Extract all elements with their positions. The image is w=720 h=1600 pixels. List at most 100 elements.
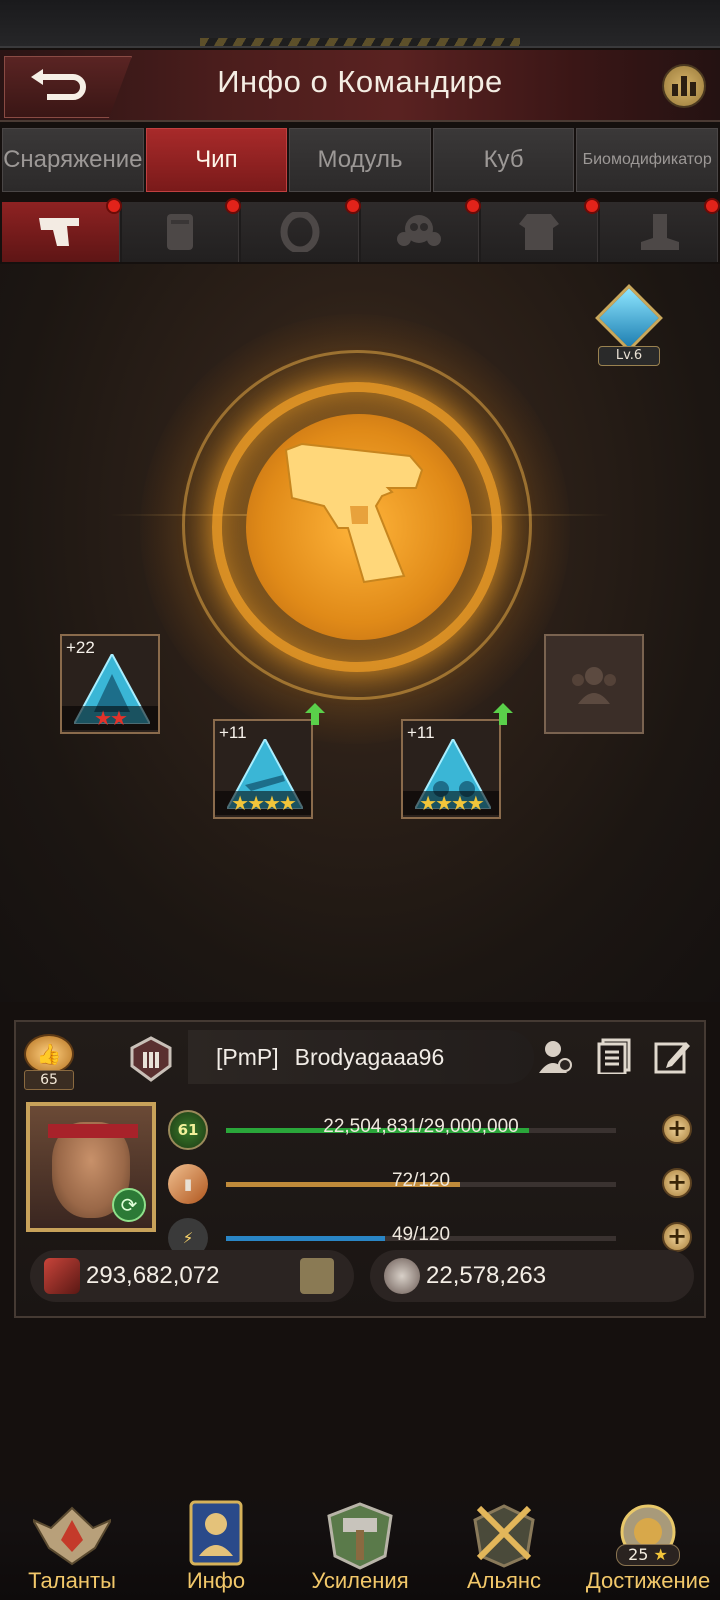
upgrade-arrow-icon — [493, 703, 513, 725]
power-row: 293,682,072 22,578,263 — [30, 1250, 694, 1302]
crossed-swords-icon — [473, 1504, 535, 1568]
pistol-icon[interactable] — [284, 436, 434, 586]
block-user-button[interactable] — [536, 1036, 576, 1076]
slot-vest[interactable] — [121, 198, 242, 262]
alert-dot — [225, 198, 242, 214]
bottom-nav: Таланты Инфо Усиления Альянс 25 ★ Достиж… — [0, 1500, 720, 1600]
tab-equipment[interactable]: Снаряжение — [2, 128, 144, 192]
exp-row: 61 22,504,831/29,000,000 + — [166, 1108, 696, 1152]
pistol-icon — [39, 218, 80, 246]
ammo-icon: ▮ — [168, 1164, 208, 1204]
chip-stars: ★★★★ — [403, 791, 499, 815]
nav-boosts[interactable]: Усиления — [288, 1500, 432, 1600]
nav-label: Таланты — [28, 1568, 116, 1593]
slot-armor[interactable] — [480, 198, 601, 262]
chip-slot-2[interactable]: +11 ★★★★ — [213, 703, 325, 819]
clan-tag: [PmP] — [216, 1044, 279, 1070]
edit-button[interactable] — [652, 1036, 692, 1076]
power-details-icon[interactable] — [300, 1258, 334, 1294]
ammo-row: ▮ 72/120 + — [166, 1162, 696, 1206]
alert-dot — [464, 198, 481, 214]
copy-button[interactable] — [594, 1036, 634, 1076]
vest-icon — [167, 214, 193, 250]
equip-level-label: Lv.6 — [598, 346, 660, 366]
boot-icon — [640, 214, 679, 250]
kills-stat[interactable]: 22,578,263 — [370, 1250, 694, 1302]
back-button[interactable] — [4, 56, 132, 118]
achievement-count: 25 ★ — [616, 1544, 680, 1566]
nav-achievements[interactable]: 25 ★ Достижение — [576, 1500, 720, 1600]
add-ammo-button[interactable]: + — [662, 1168, 692, 1198]
slot-ring[interactable] — [241, 198, 362, 262]
nav-talents[interactable]: Таланты — [0, 1500, 144, 1600]
player-nickname: Brodyagaaa96 — [294, 1044, 445, 1070]
page-title: Инфо о Командире — [217, 64, 503, 99]
diamond-icon — [595, 284, 663, 352]
commander-avatar[interactable]: ⟳ — [26, 1102, 156, 1232]
slot-gas-mask[interactable] — [361, 198, 481, 262]
nav-label: Усиления — [311, 1568, 409, 1593]
hammer-shield-icon — [327, 1502, 393, 1570]
tab-module[interactable]: Модуль — [289, 128, 431, 192]
chip-slot-1[interactable]: +22 ★★ — [60, 634, 160, 734]
tab-biomodifier[interactable]: Биомодификатор — [576, 128, 718, 192]
alert-dot — [704, 198, 720, 214]
level-badge-icon: 61 — [168, 1110, 208, 1150]
block-user-icon — [539, 1041, 572, 1073]
alliance-rank-icon[interactable] — [128, 1036, 174, 1082]
chip-slot-empty[interactable] — [544, 634, 644, 734]
upgrade-arrow-icon — [305, 703, 325, 725]
headband — [48, 1124, 138, 1138]
header: Инфо о Командире — [0, 50, 720, 122]
crossed-guns-icon — [44, 1258, 80, 1294]
gas-mask-icon — [397, 215, 442, 246]
power-stat[interactable]: 293,682,072 — [30, 1250, 354, 1302]
wings-emblem-icon — [33, 1506, 111, 1566]
ring-icon — [280, 212, 320, 252]
player-name: [PmP] Brodyagaaa96 — [216, 1044, 444, 1071]
alert-dot — [105, 198, 122, 214]
power-value: 293,682,072 — [86, 1262, 220, 1289]
chip-stage: Lv.6 +22 ★★ +11 ★★★★ +11 ★★★★ — [0, 264, 720, 1002]
top-frame — [0, 0, 720, 48]
edit-pencil-icon — [654, 1042, 690, 1074]
hazard-stripes — [200, 38, 520, 46]
category-tabs: Снаряжение Чип Модуль Куб Биомодификатор — [2, 128, 718, 192]
add-energy-button[interactable]: + — [662, 1222, 692, 1252]
chip-slot-3[interactable]: +11 ★★★★ — [401, 703, 513, 819]
alert-dot — [345, 198, 362, 214]
slot-pistol[interactable] — [2, 198, 122, 262]
chip-stars: ★★★★ — [215, 791, 311, 815]
swap-avatar-icon[interactable]: ⟳ — [112, 1188, 146, 1222]
star-icon: ★ — [653, 1545, 668, 1564]
document-list-icon — [597, 1038, 631, 1074]
slot-boot[interactable] — [600, 198, 720, 262]
tab-chip[interactable]: Чип — [145, 128, 288, 192]
rank-number: 65 — [24, 1070, 74, 1090]
add-exp-button[interactable]: + — [662, 1114, 692, 1144]
exp-value: 22,504,831/29,000,000 — [323, 1116, 519, 1137]
name-actions — [536, 1036, 692, 1076]
nav-label: Альянс — [466, 1568, 542, 1593]
nav-info[interactable]: Инфо — [144, 1500, 288, 1600]
bar-chart-icon — [672, 84, 678, 96]
bar-chart-icon-bar — [690, 82, 696, 96]
equipment-slot-row — [2, 198, 720, 262]
ammo-value: 72/120 — [391, 1170, 451, 1191]
alert-dot — [584, 198, 601, 214]
player-info-panel: 👍 65 [PmP] Brodyagaaa96 ⟳ 61 22,504,831/2… — [14, 1020, 706, 1318]
nav-alliance[interactable]: Альянс — [432, 1500, 576, 1600]
back-arrow-icon — [31, 69, 86, 100]
tab-cube[interactable]: Куб — [432, 128, 575, 192]
nav-label: Инфо — [186, 1568, 246, 1593]
people-icon — [572, 667, 616, 704]
skull-mask-icon — [384, 1258, 420, 1294]
achievement-count-value: 25 — [628, 1545, 649, 1564]
bar-chart-icon-bar — [681, 76, 687, 96]
chip-stars: ★★ — [62, 706, 158, 730]
thumbs-up-icon: 👍 — [24, 1034, 74, 1074]
stats-button[interactable] — [662, 64, 706, 108]
energy-value: 49/120 — [391, 1224, 451, 1245]
armor-icon — [519, 214, 560, 250]
rank-badge[interactable]: 👍 65 — [24, 1034, 74, 1090]
